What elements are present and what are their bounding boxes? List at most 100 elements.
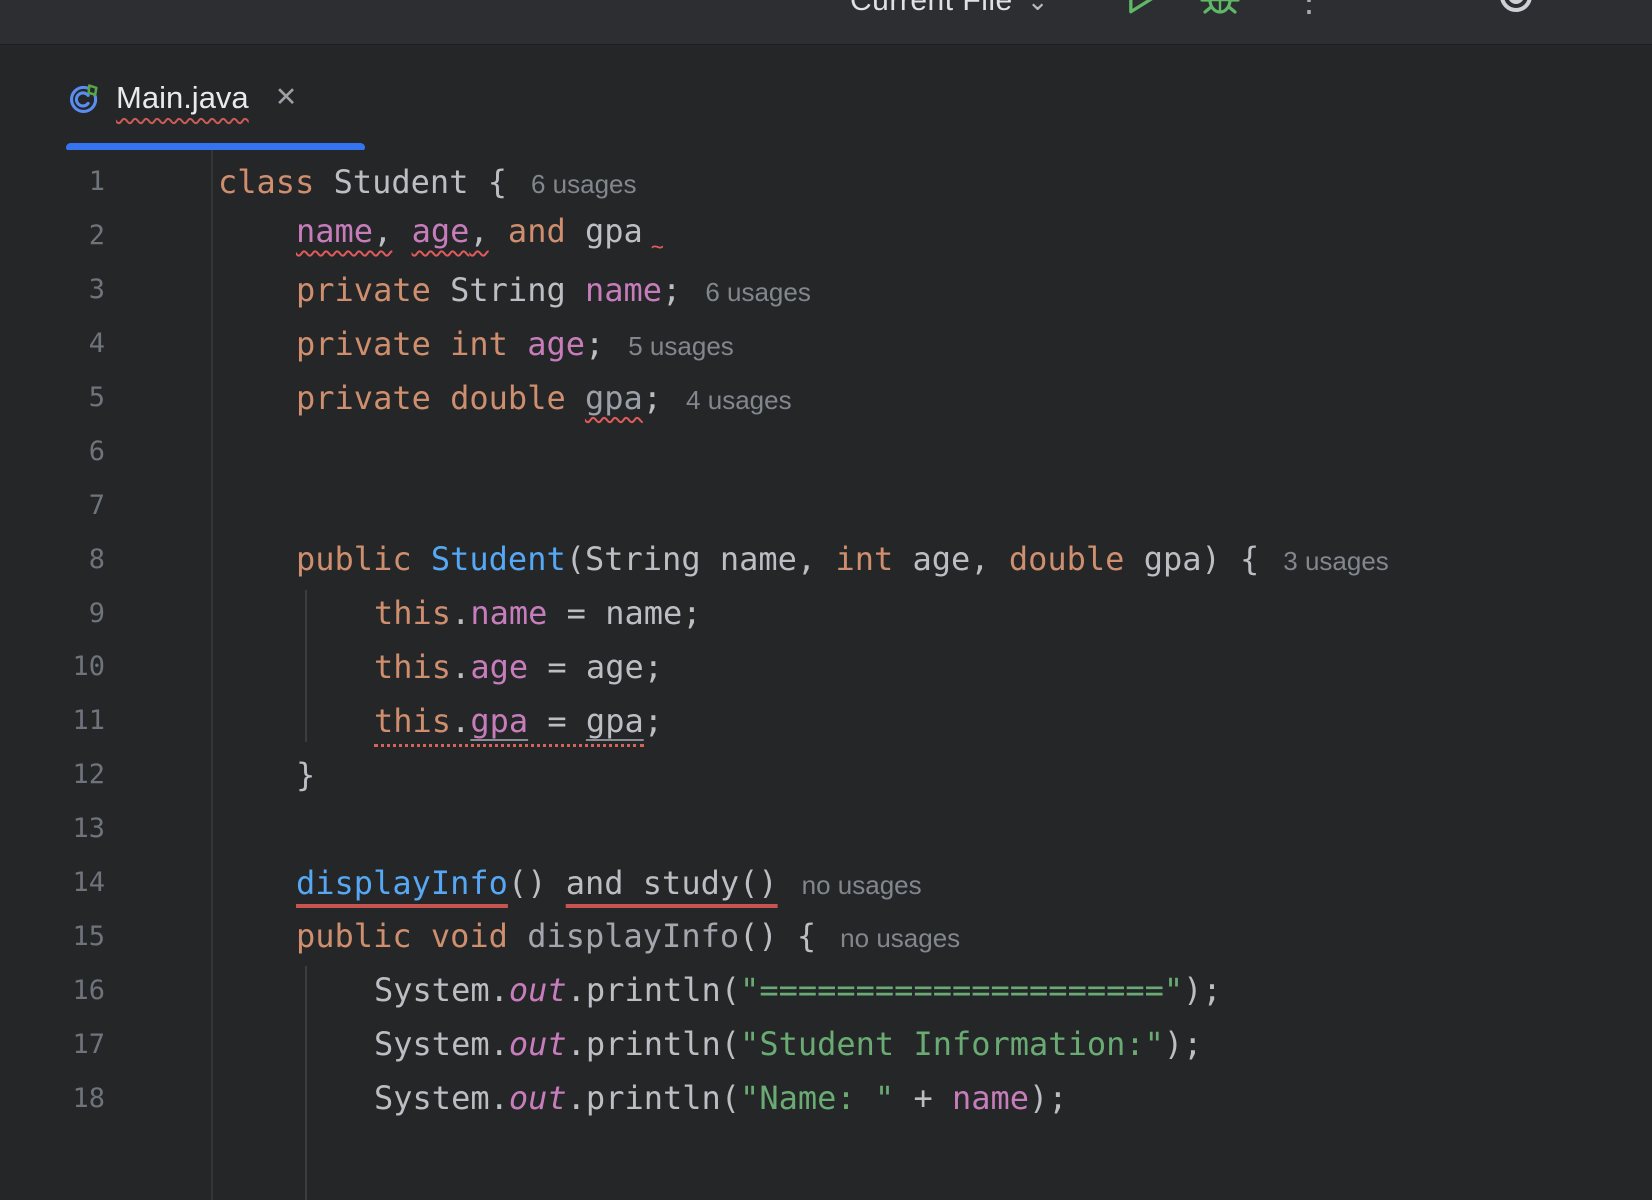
line-number[interactable]: 13 xyxy=(0,813,105,844)
play-icon xyxy=(1129,0,1153,14)
token: name xyxy=(951,1079,1030,1118)
token: "Student Information:" xyxy=(740,1025,1164,1064)
line-number[interactable]: 10 xyxy=(0,651,105,682)
token: age, xyxy=(893,540,1009,579)
token: public void xyxy=(296,917,528,956)
more-actions-button[interactable]: ⋮ xyxy=(1292,0,1326,20)
token: .println( xyxy=(566,971,741,1010)
settings-button[interactable] xyxy=(1484,0,1544,37)
code-line[interactable]: 15 public void displayInfo() {no usages xyxy=(0,909,1652,963)
indent-guide xyxy=(305,590,307,742)
error-underline-range: this.gpa = gpa xyxy=(374,701,644,747)
token: ; xyxy=(662,270,682,309)
code-text: private double gpa; 4 usages xyxy=(218,379,792,417)
token: . xyxy=(451,594,471,633)
line-number[interactable]: 12 xyxy=(0,759,105,790)
chevron-down-icon: ⌄ xyxy=(1026,0,1050,16)
token: this xyxy=(374,594,452,633)
code-editor[interactable]: 1 class Student {6 usages 2 name, age, and … xyxy=(0,150,1652,1200)
token: () xyxy=(507,863,566,902)
token: System. xyxy=(374,1079,509,1118)
line-number[interactable]: 17 xyxy=(0,1029,105,1060)
line-number[interactable]: 14 xyxy=(0,867,105,898)
token: class xyxy=(218,162,334,201)
debug-button[interactable] xyxy=(1196,0,1244,27)
line-number[interactable]: 9 xyxy=(0,598,105,629)
token: and xyxy=(507,211,566,250)
code-text: public void displayInfo() {no usages xyxy=(218,917,960,955)
token: gpa xyxy=(565,211,643,250)
token: ; xyxy=(642,378,663,417)
line-number[interactable]: 18 xyxy=(0,1083,105,1114)
code-line[interactable]: 8 public Student(String name, int age, do… xyxy=(0,532,1652,586)
editor-tab-bar: Main.java ✕ xyxy=(0,45,1652,152)
code-line[interactable]: 12} xyxy=(0,748,1652,802)
code-line[interactable]: 9 this.name = name; xyxy=(0,586,1652,640)
token: age xyxy=(411,211,470,250)
code-line[interactable]: 13 xyxy=(0,802,1652,856)
line-number[interactable]: 16 xyxy=(0,975,105,1006)
token: "Name: " xyxy=(740,1079,895,1118)
usages-inlay-hint[interactable]: no usages xyxy=(802,870,922,900)
token: private int xyxy=(296,324,528,363)
gutter-separator xyxy=(211,150,213,1200)
code-text: System.out.println("====================… xyxy=(218,971,1222,1009)
line-number[interactable]: 11 xyxy=(0,705,105,736)
token: name xyxy=(470,594,548,633)
token: private double xyxy=(296,378,585,417)
code-line[interactable]: 4 private int age; 5 usages xyxy=(0,317,1652,371)
line-number[interactable]: 5 xyxy=(0,382,105,413)
line-number[interactable]: 8 xyxy=(0,544,105,575)
token: .println( xyxy=(566,1079,741,1118)
usages-inlay-hint[interactable]: 3 usages xyxy=(1283,546,1389,576)
usages-inlay-hint[interactable]: 6 usages xyxy=(705,277,811,307)
line-number[interactable]: 6 xyxy=(0,436,105,467)
code-text: public Student(String name, int age, dou… xyxy=(218,540,1389,578)
code-line[interactable]: 10 this.age = age; xyxy=(0,640,1652,694)
usages-inlay-hint[interactable]: 4 usages xyxy=(686,385,792,415)
line-number[interactable]: 7 xyxy=(0,490,105,521)
token: name xyxy=(584,270,663,309)
code-line[interactable]: 17 System.out.println("Student Informatio… xyxy=(0,1017,1652,1071)
code-line[interactable]: 14 displayInfo() and study() no usages xyxy=(0,856,1652,910)
main-toolbar: Current File ⌄ ⋮ xyxy=(0,0,1652,45)
token: private xyxy=(296,270,451,309)
line-number[interactable]: 2 xyxy=(0,220,105,251)
code-line[interactable]: 3 private String name; 6 usages xyxy=(0,263,1652,317)
code-line[interactable]: 18 System.out.println("Name: " + name); xyxy=(0,1071,1652,1125)
tab-close-icon[interactable]: ✕ xyxy=(275,82,298,113)
line-number[interactable]: 15 xyxy=(0,921,105,952)
usages-inlay-hint[interactable]: no usages xyxy=(840,923,960,953)
token: = name; xyxy=(547,594,702,633)
token: gpa) { xyxy=(1124,540,1260,579)
tab-main-java[interactable]: Main.java ✕ xyxy=(33,45,365,152)
token: ; xyxy=(584,324,605,363)
line-number[interactable]: 4 xyxy=(0,328,105,359)
token: } xyxy=(296,755,316,794)
run-button[interactable] xyxy=(1118,0,1162,25)
code-text: displayInfo() and study() no usages xyxy=(218,864,922,902)
usages-inlay-hint[interactable]: 6 usages xyxy=(531,169,637,199)
code-text: this.gpa = gpa; xyxy=(218,701,663,747)
code-text: private int age; 5 usages xyxy=(218,325,734,363)
code-line[interactable]: 5 private double gpa; 4 usages xyxy=(0,371,1652,425)
token: = age; xyxy=(528,647,663,686)
run-configuration-selector[interactable]: Current File ⌄ xyxy=(850,0,1049,18)
line-number[interactable]: 1 xyxy=(0,166,105,197)
token: name xyxy=(296,211,374,250)
code-text: this.age = age; xyxy=(218,648,663,686)
code-line[interactable]: 16 System.out.println("==================… xyxy=(0,963,1652,1017)
code-line[interactable]: 7 xyxy=(0,478,1652,532)
token: (String name, xyxy=(565,540,836,579)
line-number[interactable]: 3 xyxy=(0,274,105,305)
token: Student { xyxy=(333,162,507,201)
code-line[interactable]: 1 class Student { 6 usages xyxy=(0,155,1652,209)
code-line[interactable]: 6 xyxy=(0,424,1652,478)
usages-inlay-hint[interactable]: 5 usages xyxy=(628,331,734,361)
code-lines: 1 class Student {6 usages 2 name, age, and … xyxy=(0,155,1652,1125)
token: . xyxy=(451,701,471,740)
code-line[interactable]: 11 this.gpa = gpa; xyxy=(0,694,1652,748)
code-line[interactable]: 2 name, age, and gpa ~ xyxy=(0,209,1652,263)
token: age xyxy=(470,647,529,686)
